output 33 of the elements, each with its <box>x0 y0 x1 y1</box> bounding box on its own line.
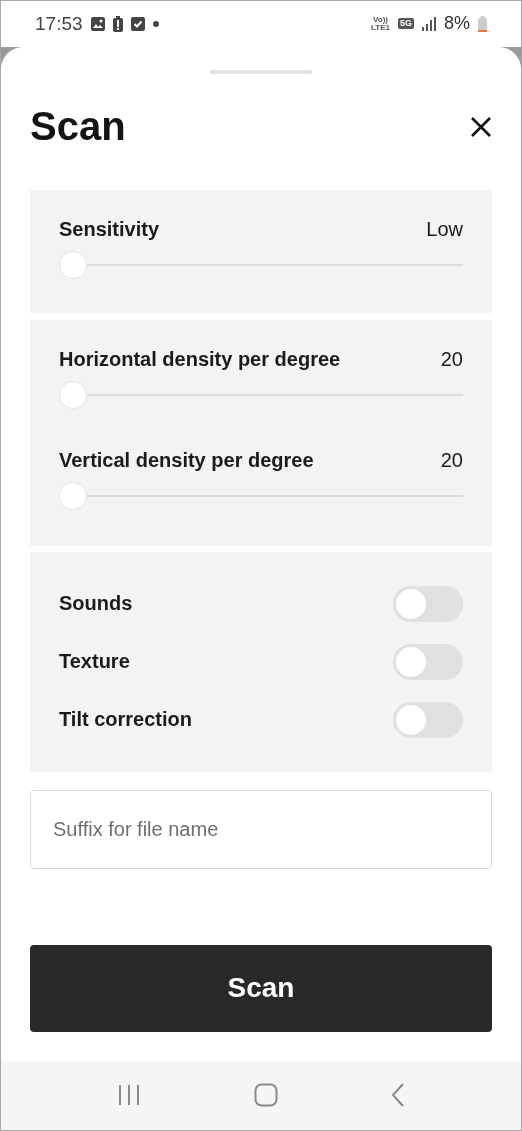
toggle-switch[interactable] <box>393 701 463 738</box>
checkbox-icon <box>130 16 145 31</box>
slider-value: 20 <box>440 348 463 372</box>
slider-value: 20 <box>440 449 463 473</box>
battery-icon <box>478 15 487 32</box>
suffix-field[interactable]: Suffix for file name <box>30 789 492 869</box>
battery-percent: 8% <box>444 13 470 35</box>
toggle-label: Tilt correction <box>59 708 192 732</box>
sheet-title: Scan <box>30 104 126 150</box>
recent-apps-icon[interactable] <box>117 1084 142 1107</box>
slider-thumb[interactable] <box>59 380 87 409</box>
scan-button[interactable]: Scan <box>30 944 492 1032</box>
slider-label: Horizontal density per degree <box>59 348 341 372</box>
toggle-label: Texture <box>59 650 130 674</box>
slider-thumb[interactable] <box>59 481 87 510</box>
back-icon[interactable] <box>390 1083 405 1108</box>
signal-icon <box>422 16 436 31</box>
toggle-label: Sounds <box>59 592 133 616</box>
slider-label: Vertical density per degree <box>59 449 314 473</box>
image-icon <box>90 16 105 31</box>
volte-label: Vo)) LTE1 <box>371 15 390 32</box>
dot-icon <box>152 20 159 27</box>
close-icon[interactable] <box>470 115 492 138</box>
slider-label: Sensitivity <box>59 218 160 242</box>
slider-thumb[interactable] <box>59 250 87 279</box>
home-icon[interactable] <box>254 1083 278 1108</box>
drag-handle[interactable] <box>210 69 312 74</box>
toggle-switch[interactable] <box>393 643 463 680</box>
status-time: 17:53 <box>35 12 83 35</box>
slider-value: Low <box>426 218 463 242</box>
network-type: 5G <box>397 18 414 30</box>
toggle-switch[interactable] <box>393 585 463 622</box>
battery-alert-icon <box>112 15 123 32</box>
